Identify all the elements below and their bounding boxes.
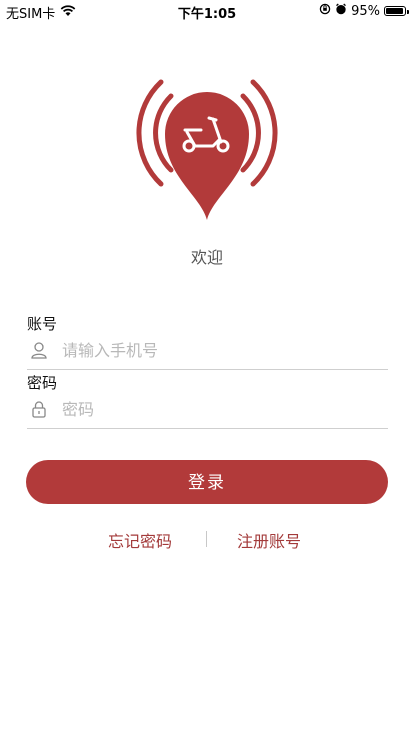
account-label: 账号 [27, 315, 58, 333]
password-field: 密码 [27, 372, 388, 429]
password-divider [27, 428, 388, 429]
forgot-password-link[interactable]: 忘记密码 [108, 528, 172, 552]
register-link[interactable]: 注册账号 [237, 528, 301, 552]
password-label: 密码 [27, 374, 58, 392]
account-field: 账号 [27, 313, 388, 370]
app-logo [125, 68, 289, 224]
orientation-lock-icon [319, 3, 331, 19]
phone-number-input[interactable] [62, 340, 342, 360]
account-divider [27, 369, 388, 370]
status-bar: 无SIM卡 下午1:05 95% [0, 0, 414, 22]
account-input-row [27, 336, 388, 364]
battery-fill [386, 8, 403, 14]
password-input-row [27, 395, 388, 423]
alarm-icon [335, 3, 347, 19]
lock-icon [30, 400, 48, 418]
links-divider [206, 531, 207, 547]
login-button[interactable]: 登录 [26, 460, 388, 504]
battery-percent: 95% [351, 3, 380, 19]
auth-links: 忘记密码 注册账号 [0, 528, 414, 552]
user-icon [30, 341, 48, 359]
battery-icon [384, 6, 409, 16]
status-bar-right: 95% [319, 3, 409, 19]
welcome-text: 欢迎 [190, 248, 223, 267]
password-input[interactable] [62, 399, 342, 419]
location-pin-icon [165, 92, 249, 220]
